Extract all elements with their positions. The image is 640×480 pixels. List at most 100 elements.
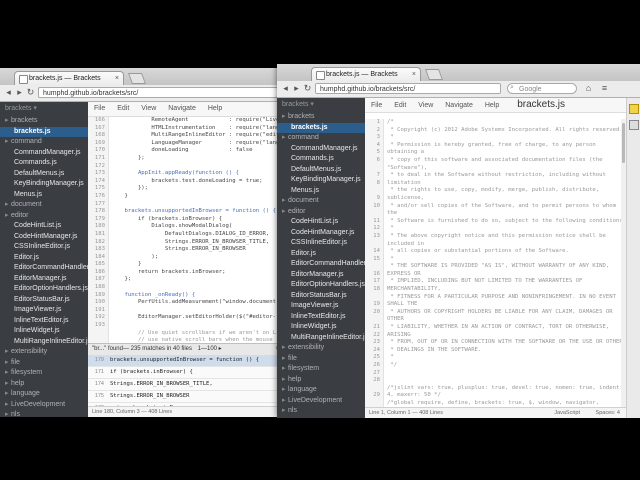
menu-navigate[interactable]: Navigate xyxy=(445,102,473,109)
tree-folder[interactable]: ▸ nls xyxy=(277,406,365,417)
tree-file[interactable]: CodeHintList.js xyxy=(277,217,365,228)
menu-help[interactable]: Help xyxy=(485,102,499,109)
tree-file[interactable]: Editor.js xyxy=(277,249,365,260)
tree-file[interactable]: ImageViewer.js xyxy=(0,305,88,316)
home-icon[interactable]: ⌂ xyxy=(583,83,594,94)
scrollbar-thumb[interactable] xyxy=(622,123,625,163)
forward-arrow-icon[interactable]: ▸ xyxy=(291,83,302,94)
tree-file[interactable]: Editor.js xyxy=(0,253,88,264)
tree-folder[interactable]: ▸ filesystem xyxy=(0,368,88,379)
left-code-content[interactable]: RemoteAgent : require("LiveDe HTMLInstru… xyxy=(111,117,283,343)
tree-file[interactable]: DefaultMenus.js xyxy=(0,169,88,180)
right-address-bar[interactable]: humphd.github.io/brackets/src/ xyxy=(315,83,501,94)
tree-file[interactable]: ImageViewer.js xyxy=(277,301,365,312)
left-code-editor[interactable]: 166 167 168 169 170 171 172 173 174 175 176 177 178 1… xyxy=(88,117,283,343)
tree-file[interactable]: brackets.js xyxy=(277,122,365,133)
tree-folder[interactable]: ▸preferences xyxy=(277,417,365,419)
tree-file[interactable]: EditorManager.js xyxy=(277,270,365,281)
tree-file[interactable]: EditorStatusBar.js xyxy=(277,291,365,302)
tree-file[interactable]: CSSInlineEditor.js xyxy=(0,242,88,253)
tree-folder[interactable]: ▸ document xyxy=(0,200,88,211)
menu-icon[interactable]: ≡ xyxy=(599,83,610,94)
back-arrow-icon[interactable]: ◂ xyxy=(3,87,14,98)
tree-file[interactable]: EditorCommandHandlers.js xyxy=(277,259,365,270)
right-code-editor[interactable]: 1 2 3 4 5 6 7 8 9 10 11 12 13 14 15 16 17 18 19 20 21 22 23 24 2… xyxy=(365,119,621,408)
find-pager[interactable]: 1—100 ▸ xyxy=(198,346,222,352)
menu-navigate[interactable]: Navigate xyxy=(168,105,196,112)
tree-folder[interactable]: ▸ language xyxy=(0,389,88,400)
tree-folder[interactable]: ▸ editor xyxy=(0,211,88,222)
tree-file[interactable]: EditorOptionHandlers.js xyxy=(0,284,88,295)
tree-file[interactable]: CommandManager.js xyxy=(277,144,365,155)
indent-indicator[interactable]: Spaces: 4 xyxy=(596,408,620,418)
tree-file[interactable]: InlineWidget.js xyxy=(0,326,88,337)
language-indicator[interactable]: JavaScript xyxy=(554,408,580,418)
forward-arrow-icon[interactable]: ▸ xyxy=(14,87,25,98)
web-search-box[interactable]: Google xyxy=(507,83,577,94)
left-browser-tab[interactable]: brackets.js — Brackets × xyxy=(14,71,124,85)
search-result-row[interactable]: 175 Strings.ERROR_IN_BROWSER xyxy=(88,391,283,403)
tree-folder[interactable]: ▸ file xyxy=(277,354,365,365)
tree-file[interactable]: EditorStatusBar.js xyxy=(0,295,88,306)
tree-file[interactable]: Menus.js xyxy=(0,190,88,201)
tree-file[interactable]: InlineTextEditor.js xyxy=(277,312,365,323)
tree-file[interactable]: CommandManager.js xyxy=(0,148,88,159)
search-result-row[interactable]: 171 if (brackets.inBrowser) { xyxy=(88,367,283,379)
search-result-row[interactable]: 179 brackets.unsupportedInBrowser = funct… xyxy=(88,355,283,367)
tree-file[interactable]: MultiRangeInlineEditor.js xyxy=(0,337,88,348)
tree-file[interactable]: KeyBindingManager.js xyxy=(277,175,365,186)
reload-icon[interactable]: ↻ xyxy=(302,83,313,94)
tree-folder[interactable]: ▸ filesystem xyxy=(277,364,365,375)
tree-file[interactable]: Commands.js xyxy=(0,158,88,169)
close-tab-icon[interactable]: × xyxy=(412,68,416,81)
tree-folder[interactable]: ▸ nls xyxy=(0,410,88,417)
menu-file[interactable]: File xyxy=(371,102,382,109)
tree-file[interactable]: DefaultMenus.js xyxy=(277,165,365,176)
tree-folder[interactable]: ▸ extensibility xyxy=(277,343,365,354)
tree-file[interactable]: brackets.js xyxy=(0,126,88,137)
tree-file[interactable]: CSSInlineEditor.js xyxy=(277,238,365,249)
new-tab-button[interactable] xyxy=(424,69,444,80)
tree-folder[interactable]: ▸ help xyxy=(277,375,365,386)
new-tab-button[interactable] xyxy=(127,73,147,84)
reload-icon[interactable]: ↻ xyxy=(25,87,36,98)
tree-file[interactable]: EditorCommandHandlers.js xyxy=(0,263,88,274)
tree-folder[interactable]: ▸ help xyxy=(0,379,88,390)
menu-file[interactable]: File xyxy=(94,105,105,112)
back-arrow-icon[interactable]: ◂ xyxy=(280,83,291,94)
menu-view[interactable]: View xyxy=(141,105,156,112)
tree-file[interactable]: InlineTextEditor.js xyxy=(0,316,88,327)
right-browser-tab[interactable]: brackets.js — Brackets × xyxy=(311,67,421,81)
menu-help[interactable]: Help xyxy=(208,105,222,112)
tree-file[interactable]: CodeHintManager.js xyxy=(0,232,88,243)
search-result-row[interactable]: 174 Strings.ERROR_IN_BROWSER_TITLE, xyxy=(88,379,283,391)
tree-folder[interactable]: ▸ brackets xyxy=(277,112,365,123)
tree-file[interactable]: Commands.js xyxy=(277,154,365,165)
tree-folder[interactable]: ▸ LiveDevelopment xyxy=(0,400,88,411)
menu-edit[interactable]: Edit xyxy=(117,105,129,112)
tree-folder[interactable]: ▸ editor xyxy=(277,207,365,218)
right-project-title[interactable]: brackets ▾ xyxy=(277,98,365,112)
close-tab-icon[interactable]: × xyxy=(115,72,119,85)
tree-folder[interactable]: ▸ language xyxy=(277,385,365,396)
tree-file[interactable]: InlineWidget.js xyxy=(277,322,365,333)
tree-file[interactable]: CodeHintManager.js xyxy=(277,228,365,239)
tree-folder[interactable]: ▸ document xyxy=(277,196,365,207)
menu-edit[interactable]: Edit xyxy=(394,102,406,109)
right-code-content[interactable]: /* * Copyright (c) 2012 Adobe Systems In… xyxy=(387,119,621,408)
left-project-title[interactable]: brackets ▾ xyxy=(0,102,88,116)
tree-folder[interactable]: ▸ file xyxy=(0,358,88,369)
extension-manager-icon[interactable] xyxy=(628,120,639,130)
live-preview-icon[interactable] xyxy=(628,104,639,114)
tree-file[interactable]: MultiRangeInlineEditor.js xyxy=(277,333,365,344)
tree-folder[interactable]: ▸ command xyxy=(277,133,365,144)
tree-file[interactable]: EditorManager.js xyxy=(0,274,88,285)
tree-file[interactable]: Menus.js xyxy=(277,186,365,197)
tree-folder[interactable]: ▸ brackets xyxy=(0,116,88,127)
tree-folder[interactable]: ▸ LiveDevelopment xyxy=(277,396,365,407)
left-address-bar[interactable]: humphd.github.io/brackets/src/ xyxy=(38,87,278,98)
menu-view[interactable]: View xyxy=(418,102,433,109)
tree-file[interactable]: KeyBindingManager.js xyxy=(0,179,88,190)
tree-folder[interactable]: ▸ command xyxy=(0,137,88,148)
tree-file[interactable]: CodeHintList.js xyxy=(0,221,88,232)
